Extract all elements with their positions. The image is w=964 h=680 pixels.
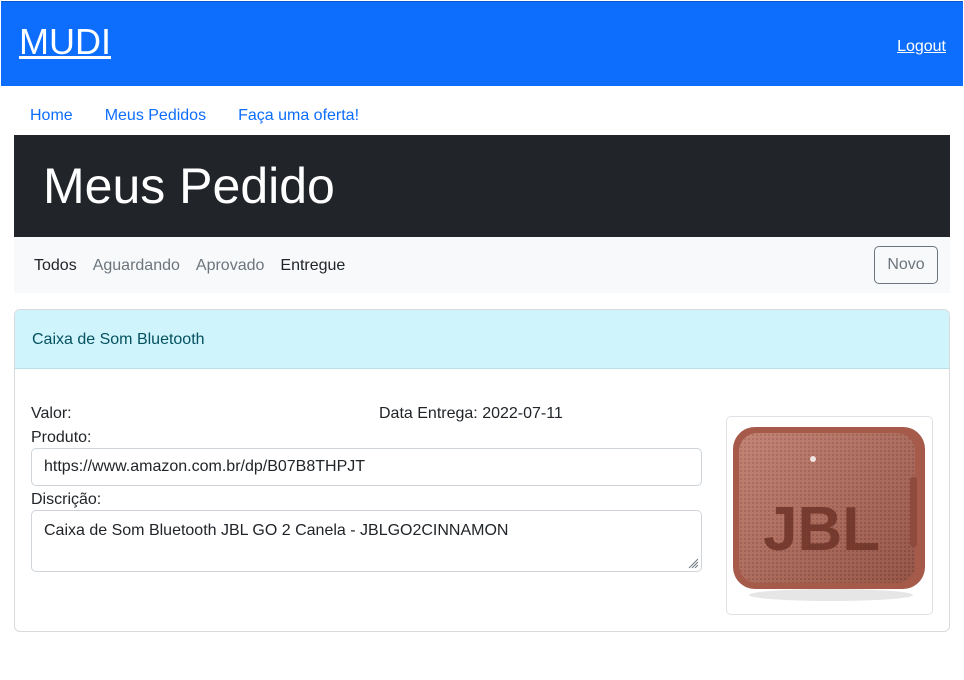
top-navbar: MUDI Logout — [1, 1, 963, 86]
filter-aguardando[interactable]: Aguardando — [93, 255, 180, 277]
jbl-logo-text: JBL — [763, 495, 880, 564]
new-order-button[interactable]: Novo — [874, 246, 938, 284]
page-header-banner: Meus Pedido — [14, 135, 950, 237]
delivery-date-label: Data Entrega: — [379, 405, 478, 422]
filter-todos[interactable]: Todos — [34, 255, 77, 277]
delivery-date-value: 2022-07-11 — [482, 405, 563, 422]
status-filter-bar: Todos Aguardando Aprovado Entregue Novo — [14, 237, 950, 293]
product-thumbnail: JBL — [726, 416, 933, 615]
main-nav: Home Meus Pedidos Faça uma oferta! — [14, 104, 375, 128]
product-url-field[interactable]: https://www.amazon.com.br/dp/B07B8THPJT — [31, 448, 702, 486]
value-label: Valor: — [31, 405, 72, 422]
resize-handle-icon[interactable] — [687, 557, 699, 569]
brand-link[interactable]: MUDI — [19, 20, 111, 64]
status-filters: Todos Aguardando Aprovado Entregue — [34, 255, 361, 277]
description-textarea[interactable]: Caixa de Som Bluetooth JBL GO 2 Canela -… — [31, 510, 702, 572]
jbl-speaker-icon: JBL — [733, 427, 925, 601]
filter-aprovado[interactable]: Aprovado — [196, 255, 265, 277]
delivery-date-field: Data Entrega: 2022-07-11 — [379, 403, 563, 425]
logout-link[interactable]: Logout — [897, 38, 946, 56]
order-card-header: Caixa de Som Bluetooth — [15, 310, 949, 369]
page-title: Meus Pedido — [43, 158, 335, 214]
order-card: Caixa de Som Bluetooth Valor: Data Entre… — [14, 309, 950, 632]
nav-item-meus-pedidos[interactable]: Meus Pedidos — [105, 104, 206, 128]
product-label: Produto: — [31, 429, 92, 446]
nav-item-faca-oferta[interactable]: Faça uma oferta! — [238, 104, 359, 128]
description-label: Discrição: — [31, 491, 102, 508]
nav-item-home[interactable]: Home — [30, 104, 73, 128]
filter-entregue[interactable]: Entregue — [280, 255, 345, 277]
description-text: Caixa de Som Bluetooth JBL GO 2 Canela -… — [44, 522, 509, 539]
